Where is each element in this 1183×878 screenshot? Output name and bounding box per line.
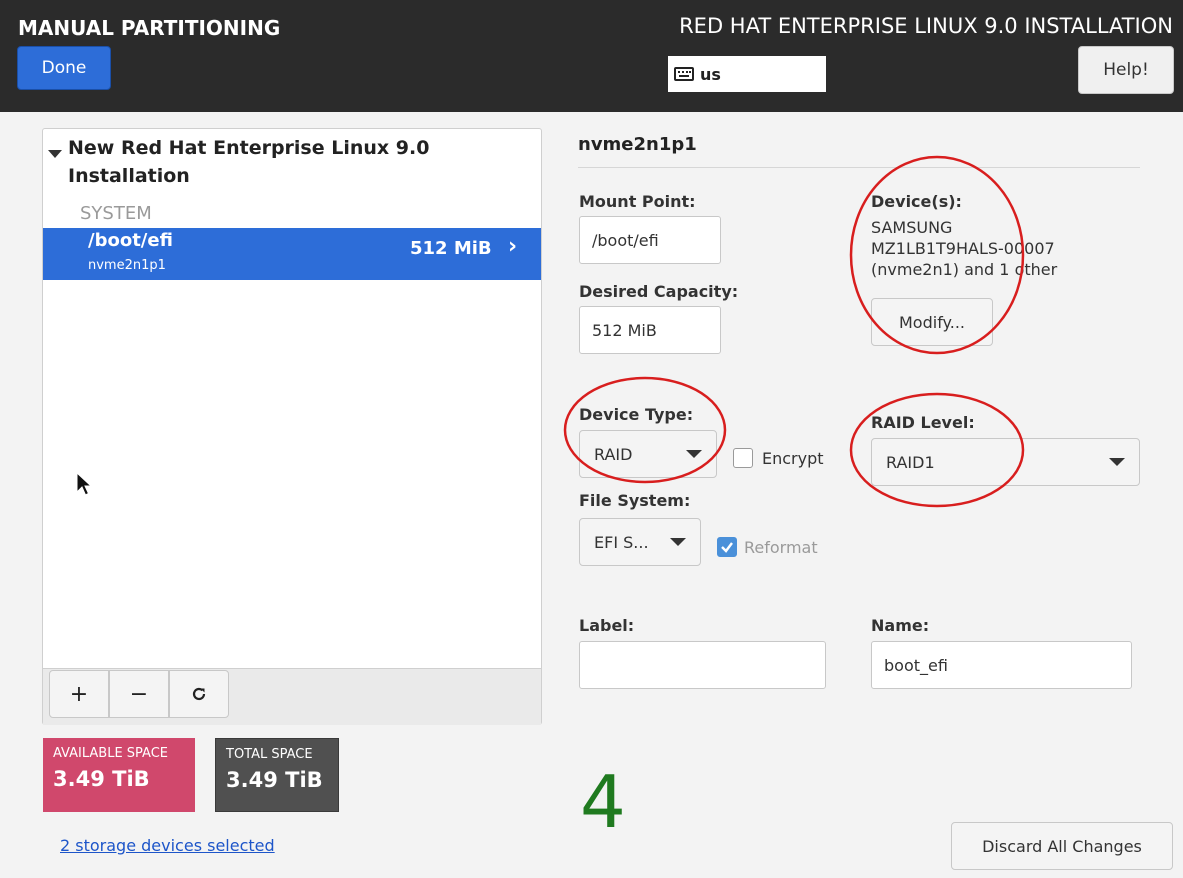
partition-mount-point: /boot/efi xyxy=(88,230,173,251)
annotation-number: 4 xyxy=(580,760,626,844)
total-space-label: TOTAL SPACE xyxy=(226,747,313,762)
devices-line-2: MZ1LB1T9HALS-00007 xyxy=(871,239,1055,258)
partition-size: 512 MiB xyxy=(410,238,492,259)
label-field[interactable] xyxy=(579,641,826,689)
raid-level-value: RAID1 xyxy=(886,452,935,472)
partition-detail-title: nvme2n1p1 xyxy=(578,134,697,155)
name-field-label: Name: xyxy=(871,616,930,635)
available-space-label: AVAILABLE SPACE xyxy=(53,746,169,761)
available-space-box: AVAILABLE SPACE 3.49 TiB xyxy=(43,738,195,812)
dropdown-caret-icon xyxy=(670,538,686,546)
desired-capacity-field[interactable]: 512 MiB xyxy=(579,306,721,354)
devices-description: SAMSUNG MZ1LB1T9HALS-00007 (nvme2n1) and… xyxy=(871,217,1131,280)
checkmark-icon xyxy=(721,542,733,553)
system-group-label: SYSTEM xyxy=(80,203,152,224)
devices-line-3: (nvme2n1) and 1 other xyxy=(871,260,1058,279)
device-type-label: Device Type: xyxy=(579,405,694,424)
name-field[interactable]: boot_efi xyxy=(871,641,1132,689)
remove-partition-button[interactable]: − xyxy=(109,670,169,718)
mount-point-label: Mount Point: xyxy=(579,192,696,211)
raid-level-label: RAID Level: xyxy=(871,413,975,432)
label-field-label: Label: xyxy=(579,616,635,635)
refresh-icon xyxy=(192,687,206,701)
file-system-label: File System: xyxy=(579,491,691,510)
reformat-label: Reformat xyxy=(744,538,818,557)
file-system-value: EFI S... xyxy=(594,532,649,552)
help-button[interactable]: Help! xyxy=(1078,46,1174,94)
device-type-select[interactable]: RAID xyxy=(579,430,717,478)
mouse-pointer-icon xyxy=(76,472,93,496)
add-partition-button[interactable]: + xyxy=(49,670,109,718)
available-space-value: 3.49 TiB xyxy=(53,767,150,791)
modify-devices-button[interactable]: Modify... xyxy=(871,298,993,346)
device-type-value: RAID xyxy=(594,444,633,464)
devices-line-1: SAMSUNG xyxy=(871,218,953,237)
encrypt-checkbox[interactable] xyxy=(733,448,753,468)
dropdown-caret-icon xyxy=(1109,458,1125,466)
keyboard-layout-indicator[interactable]: us xyxy=(668,56,826,92)
storage-devices-link[interactable]: 2 storage devices selected xyxy=(60,836,275,855)
keyboard-layout-label: us xyxy=(700,64,721,84)
page-title: MANUAL PARTITIONING xyxy=(18,16,281,40)
chevron-right-icon: › xyxy=(508,234,518,259)
encrypt-label: Encrypt xyxy=(762,449,824,468)
total-space-box: TOTAL SPACE 3.49 TiB xyxy=(215,738,339,812)
discard-all-changes-button[interactable]: Discard All Changes xyxy=(951,822,1173,870)
devices-label: Device(s): xyxy=(871,192,962,211)
file-system-select[interactable]: EFI S... xyxy=(579,518,701,566)
reload-storage-button[interactable] xyxy=(169,670,229,718)
dropdown-caret-icon xyxy=(686,450,702,458)
expander-arrow-icon[interactable] xyxy=(48,150,62,158)
product-title: RED HAT ENTERPRISE LINUX 9.0 INSTALLATIO… xyxy=(679,14,1173,38)
keyboard-icon xyxy=(674,67,694,81)
raid-level-select[interactable]: RAID1 xyxy=(871,438,1140,486)
installation-title: New Red Hat Enterprise Linux 9.0 Install… xyxy=(68,137,430,187)
desired-capacity-label: Desired Capacity: xyxy=(579,282,739,301)
done-button[interactable]: Done xyxy=(17,46,111,90)
mount-point-field[interactable]: /boot/efi xyxy=(579,216,721,264)
partition-device-name: nvme2n1p1 xyxy=(88,258,166,273)
total-space-value: 3.49 TiB xyxy=(226,768,323,792)
reformat-checkbox[interactable] xyxy=(717,537,737,557)
divider xyxy=(578,167,1140,168)
